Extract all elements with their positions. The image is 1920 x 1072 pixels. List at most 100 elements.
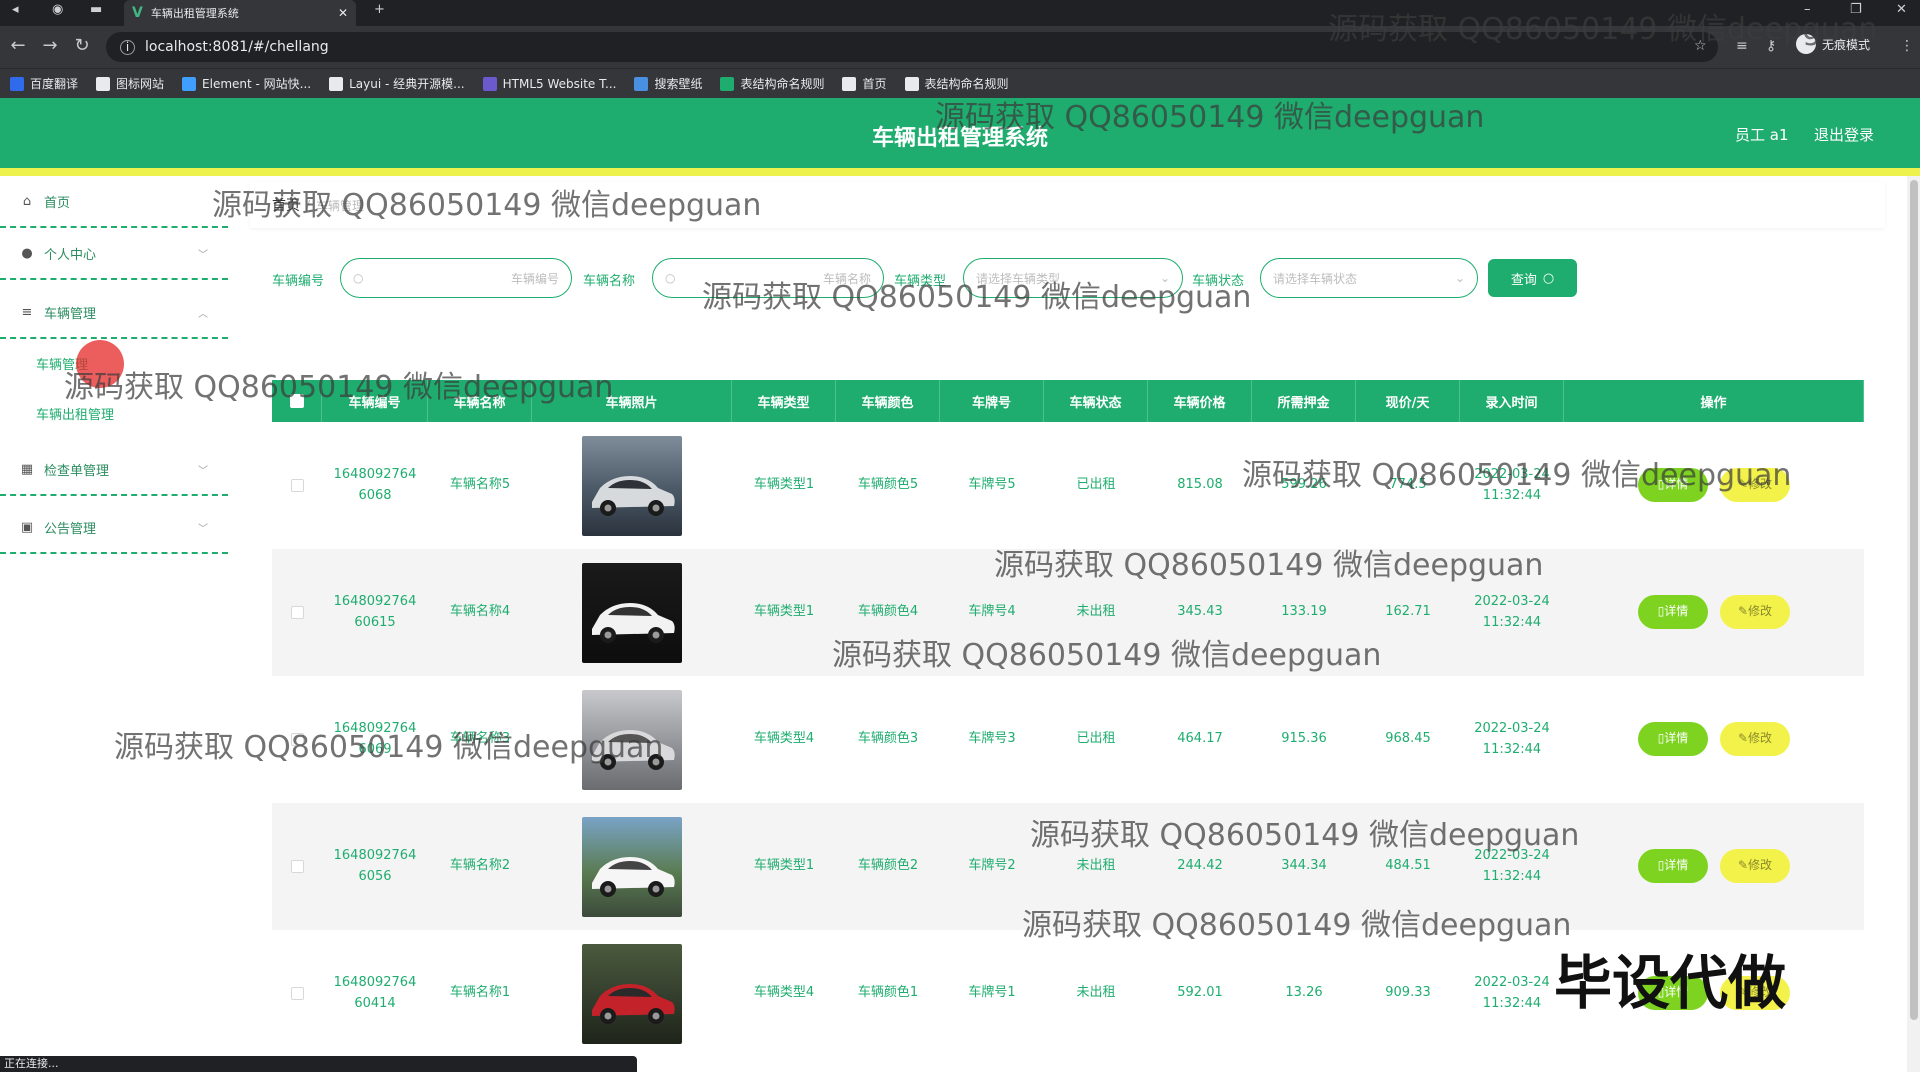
- bookmark-favicon-icon: [10, 76, 24, 91]
- browser-tab[interactable]: V 车辆出租管理系统 ✕: [124, 0, 356, 26]
- watermark-text: 源码获取 QQ86050149 微信deepguan: [1242, 458, 1792, 493]
- watermark-text: 源码获取 QQ86050149 微信deepguan: [1328, 12, 1878, 47]
- url-text: localhost:8081/#/chellang: [145, 39, 329, 55]
- column-header: 车辆价格: [1148, 380, 1252, 422]
- chevron-down-icon: ⌄: [1454, 271, 1465, 285]
- bookmark-item[interactable]: Layui - 经典开源模...: [329, 75, 465, 92]
- tab-strip-icon[interactable]: ▬: [90, 2, 102, 17]
- detail-button[interactable]: ▯ 详情: [1638, 849, 1708, 883]
- row-checkbox[interactable]: [290, 479, 304, 492]
- sidebar-item[interactable]: ▦ 检查单管理 ﹀: [0, 444, 228, 496]
- sidebar-subitem[interactable]: 车辆出租管理: [36, 404, 114, 423]
- reload-icon[interactable]: ↻: [70, 35, 94, 56]
- info-icon[interactable]: i: [120, 39, 135, 55]
- column-header: 操作: [1564, 380, 1864, 422]
- cell-plate: 车牌号5: [940, 422, 1044, 549]
- edit-button[interactable]: ✎ 修改: [1720, 722, 1790, 756]
- column-header: 现价/天: [1356, 380, 1460, 422]
- vehicle-status: 未出租: [1076, 985, 1116, 1001]
- row-checkbox[interactable]: [290, 860, 304, 873]
- bookmark-item[interactable]: Element - 网站快...: [182, 75, 311, 92]
- bookmark-item[interactable]: 表结构命名规则: [904, 75, 1009, 92]
- code-filter-input[interactable]: ○ 车辆编号: [340, 258, 572, 298]
- cell-type: 车辆类型4: [732, 930, 836, 1057]
- chevron-down-icon: ﹀: [198, 523, 208, 535]
- bookmark-item[interactable]: HTML5 Website T...: [482, 76, 616, 91]
- back-history-icon[interactable]: ◂: [12, 2, 19, 17]
- vehicle-plate: 车牌号1: [968, 985, 1016, 1001]
- vehicle-plate: 车牌号2: [968, 858, 1016, 874]
- vehicle-status: 未出租: [1076, 858, 1116, 874]
- entry-date: 2022-03-24: [1474, 720, 1550, 736]
- cell-type: 车辆类型4: [732, 676, 836, 803]
- sidebar-item[interactable]: ● 个人中心 ﹀: [0, 228, 228, 280]
- detail-button[interactable]: ▯ 详情: [1638, 595, 1708, 629]
- vehicle-name: 车辆名称5: [449, 477, 511, 493]
- watermark-text: 源码获取 QQ86050149 微信deepguan: [994, 548, 1544, 583]
- search-button[interactable]: 查询 ○: [1488, 259, 1577, 297]
- cell-plate: 车牌号1: [940, 930, 1044, 1057]
- entry-time: 2022-03-24 11:32:44: [1474, 592, 1550, 634]
- edit-button[interactable]: ✎ 修改: [1720, 849, 1790, 883]
- sidebar-item[interactable]: ⌂ 首页: [0, 176, 228, 228]
- cell-date: 2022-03-24 11:32:44: [1460, 930, 1564, 1057]
- status-filter-select[interactable]: 请选择车辆状态 ⌄: [1260, 258, 1478, 298]
- cell-color: 车辆颜色1: [836, 930, 940, 1057]
- bookmark-item[interactable]: 首页: [842, 75, 887, 92]
- column-header: 录入时间: [1460, 380, 1564, 422]
- document-icon: ▯: [1657, 858, 1665, 873]
- edit-button-label: 修改: [1748, 858, 1773, 873]
- new-tab-icon[interactable]: +: [374, 2, 385, 17]
- vehicle-photo[interactable]: [582, 435, 682, 536]
- vehicle-plate: 车牌号5: [968, 477, 1016, 493]
- more-icon[interactable]: ⋮: [1900, 38, 1914, 54]
- vehicle-photo[interactable]: [582, 943, 682, 1044]
- close-window-icon[interactable]: ✕: [1896, 2, 1907, 17]
- name-filter-label: 车辆名称: [583, 274, 636, 289]
- row-checkbox[interactable]: [290, 606, 304, 619]
- row-select-cell[interactable]: [272, 930, 322, 1057]
- row-select-cell[interactable]: [272, 549, 322, 676]
- globe-icon[interactable]: ◉: [52, 2, 63, 17]
- document-icon: ▯: [1657, 604, 1665, 619]
- forward-icon[interactable]: →: [38, 35, 62, 56]
- vehicle-photo[interactable]: [582, 816, 682, 917]
- bookmark-item[interactable]: 表结构命名规则: [720, 75, 824, 92]
- back-icon[interactable]: ←: [6, 35, 30, 56]
- detail-button-label: 详情: [1664, 604, 1689, 619]
- cell-daily: 909.33: [1356, 930, 1460, 1057]
- cell-ops: ▯ 详情 ✎ 修改: [1564, 676, 1864, 803]
- vehicle-plate: 车牌号4: [968, 604, 1016, 620]
- row-select-cell[interactable]: [272, 422, 322, 549]
- detail-button[interactable]: ▯ 详情: [1638, 722, 1708, 756]
- edit-button[interactable]: ✎ 修改: [1720, 595, 1790, 629]
- vehicle-color: 车辆颜色1: [857, 985, 919, 1001]
- sidebar-item-label: 检查单管理: [44, 463, 110, 479]
- cell-name: 车辆名称5: [428, 422, 532, 549]
- status-bar: 正在连接...: [0, 1056, 637, 1072]
- bookmark-label: 首页: [862, 77, 887, 91]
- vehicle-color: 车辆颜色4: [857, 604, 919, 620]
- logout-link[interactable]: 退出登录: [1814, 124, 1874, 145]
- menu-icon: ≡: [21, 304, 33, 320]
- bookmark-favicon-icon: [482, 76, 497, 91]
- scrollbar-thumb[interactable]: [1910, 180, 1918, 1020]
- cell-daily: 968.45: [1356, 676, 1460, 803]
- bookmark-item[interactable]: 百度翻译: [10, 75, 78, 92]
- cell-code: 1648092764 60414: [322, 930, 428, 1057]
- cell-photo: [532, 422, 732, 549]
- sidebar-item[interactable]: ▣ 公告管理 ﹀: [0, 502, 228, 554]
- bookmark-favicon-icon: [634, 76, 649, 91]
- entry-clock: 11:32:44: [1482, 868, 1542, 884]
- close-tab-icon[interactable]: ✕: [338, 6, 348, 20]
- sidebar-item[interactable]: ≡ 车辆管理 ︿: [0, 287, 228, 339]
- bookmark-favicon-icon: [182, 76, 197, 91]
- cell-type: 车辆类型1: [732, 803, 836, 930]
- row-select-cell[interactable]: [272, 803, 322, 930]
- cell-code: 1648092764 6056: [322, 803, 428, 930]
- bookmark-item[interactable]: 搜索壁纸: [634, 75, 702, 92]
- row-checkbox[interactable]: [290, 987, 304, 1000]
- vehicle-photo[interactable]: [582, 562, 682, 663]
- bookmark-item[interactable]: 图标网站: [96, 75, 164, 92]
- search-icon: ○: [353, 271, 364, 285]
